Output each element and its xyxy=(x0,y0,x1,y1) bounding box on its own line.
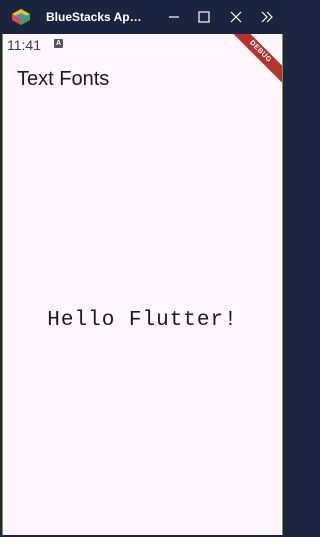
bluestacks-logo-icon xyxy=(12,9,30,25)
close-icon xyxy=(230,11,242,23)
page-title: Text Fonts xyxy=(17,68,110,90)
expand-sidebar-button[interactable] xyxy=(255,5,279,29)
double-chevron-right-icon xyxy=(261,11,273,23)
status-bar: 11:41 A xyxy=(3,34,282,56)
minimize-button[interactable] xyxy=(162,5,186,29)
maximize-button[interactable] xyxy=(192,5,216,29)
app-bar: Text Fonts xyxy=(3,56,282,102)
close-button[interactable] xyxy=(224,5,248,29)
emulator-window: BlueStacks Ap… 11:41 A Text Fonts Hello … xyxy=(0,0,285,537)
body-content: Hello Flutter! xyxy=(3,102,282,535)
notification-a-icon: A xyxy=(54,39,63,48)
status-time: 11:41 xyxy=(7,37,41,53)
hello-text: Hello Flutter! xyxy=(47,309,238,332)
title-bar[interactable]: BlueStacks Ap… xyxy=(0,0,285,34)
window-title: BlueStacks Ap… xyxy=(46,10,142,24)
device-screen[interactable]: 11:41 A Text Fonts Hello Flutter! DEBUG xyxy=(2,34,283,535)
maximize-icon xyxy=(198,11,210,23)
minimize-icon xyxy=(169,16,179,18)
